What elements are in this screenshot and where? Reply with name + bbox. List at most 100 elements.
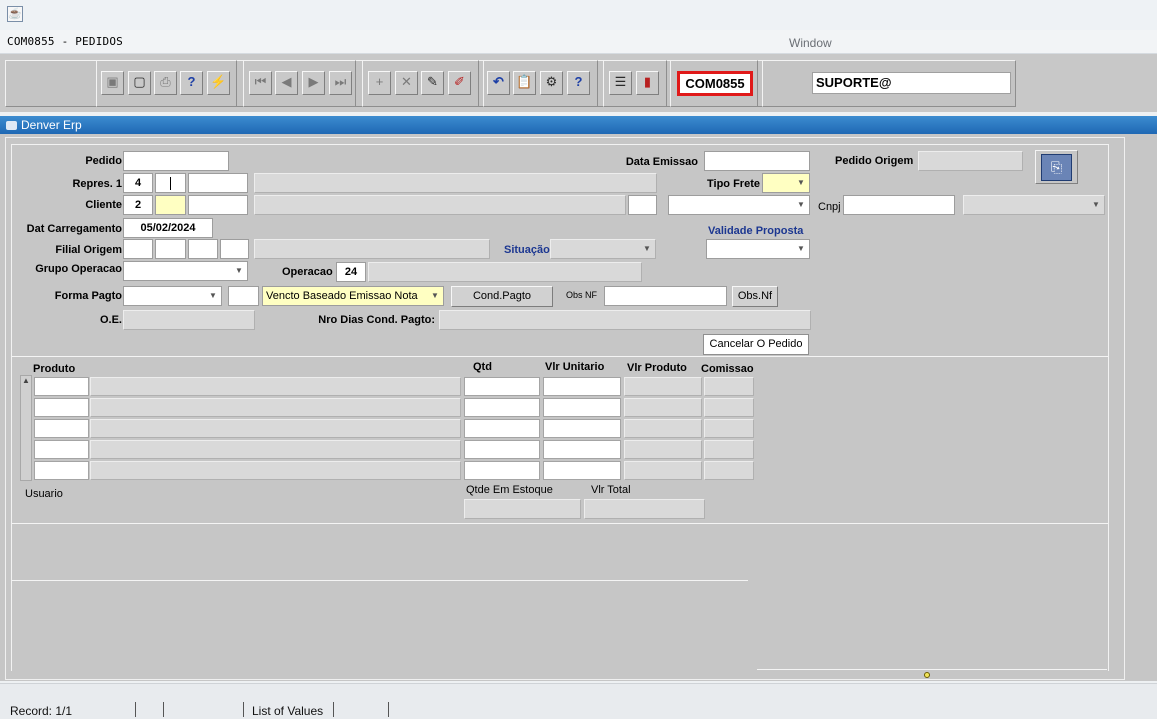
dat-carregamento-field[interactable]: 05/02/2024 <box>123 218 213 238</box>
grid-cell-produto-code[interactable] <box>34 419 89 438</box>
grid-cell-produto-code[interactable] <box>34 377 89 396</box>
grid-cell-vlr-unitario[interactable] <box>543 377 621 396</box>
operacao-code-field[interactable]: 24 <box>336 262 366 282</box>
grid-cell-produto-desc <box>90 440 461 459</box>
previous-record-icon[interactable]: ◀ <box>275 71 298 95</box>
copy-documents-icon: ⎘ <box>1041 154 1072 181</box>
tipo-frete-select[interactable]: ▼ <box>762 173 810 193</box>
help-icon[interactable]: ? <box>567 71 590 95</box>
situacao-select[interactable]: ▼ <box>550 239 656 259</box>
comissao-header: Comissao <box>701 363 754 375</box>
grid-cell-comissao <box>704 377 754 396</box>
chevron-down-icon: ▼ <box>797 200 805 209</box>
grid-cell-qtd[interactable] <box>464 461 540 480</box>
cancelar-pedido-button[interactable]: Cancelar O Pedido <box>703 334 809 355</box>
dat-carregamento-label: Dat Carregamento <box>26 223 122 235</box>
usuario-label: Usuario <box>25 488 63 500</box>
data-emissao-label: Data Emissao <box>625 156 698 168</box>
repres-code-field[interactable]: 4 <box>123 173 153 193</box>
clear-icon[interactable]: ✐ <box>448 71 471 95</box>
undo-icon[interactable]: ↶ <box>487 71 510 95</box>
delete-record-icon[interactable]: ✕ <box>395 71 418 95</box>
cliente-code-field[interactable]: 2 <box>123 195 153 215</box>
obs-nf-field[interactable] <box>604 286 727 306</box>
cliente-sub-field[interactable] <box>155 195 186 215</box>
filial-origem-field-1[interactable] <box>123 239 153 259</box>
validade-proposta-label: Validade Proposta <box>708 225 804 237</box>
operacao-label: Operacao <box>282 266 333 278</box>
last-record-icon[interactable]: ⏭ <box>329 71 352 95</box>
execute-query-icon[interactable]: ⚡ <box>207 71 230 95</box>
vlr-unitario-header: Vlr Unitario <box>545 361 605 373</box>
tipo-frete-label: Tipo Frete <box>707 178 760 190</box>
cond-pagto-button[interactable]: Cond.Pagto <box>451 286 553 307</box>
repres-doc-field[interactable] <box>188 173 248 193</box>
grid-cell-comissao <box>704 461 754 480</box>
validade-proposta-select[interactable]: ▼ <box>706 239 810 259</box>
next-record-icon[interactable]: ▶ <box>302 71 325 95</box>
edit-record-icon[interactable]: ✎ <box>421 71 444 95</box>
data-emissao-field[interactable] <box>704 151 810 171</box>
section-divider <box>12 580 748 581</box>
filial-origem-label: Filial Origem <box>55 244 122 256</box>
grid-scrollbar[interactable]: ▲ <box>20 375 32 481</box>
save-icon[interactable]: ▣ <box>101 71 124 95</box>
settings-icon[interactable]: ⚙ <box>540 71 563 95</box>
status-divider <box>243 702 244 717</box>
window-icon[interactable]: ▢ <box>128 71 151 95</box>
grid-cell-produto-code[interactable] <box>34 398 89 417</box>
cliente-doc-field[interactable] <box>188 195 248 215</box>
query-icon[interactable]: ? <box>180 71 203 95</box>
obs-nf-button[interactable]: Obs.Nf <box>732 286 778 307</box>
chevron-down-icon: ▼ <box>797 178 805 187</box>
grid-cell-produto-desc <box>90 419 461 438</box>
menu-icon[interactable]: ☰ <box>609 71 632 95</box>
panel-title: Denver Erp <box>0 116 1157 134</box>
cnpj-type-select[interactable]: ▼ <box>963 195 1105 215</box>
repres-sub-field[interactable] <box>155 173 186 193</box>
first-record-icon[interactable]: ⏮ <box>249 71 272 95</box>
grid-cell-vlr-unitario[interactable] <box>543 398 621 417</box>
cnpj-field[interactable] <box>843 195 955 215</box>
grid-cell-produto-code[interactable] <box>34 440 89 459</box>
qtde-estoque-label: Qtde Em Estoque <box>466 484 553 496</box>
cliente-type-select[interactable]: ▼ <box>668 195 810 215</box>
print-icon[interactable]: ⎙ <box>154 71 177 95</box>
status-record: Record: 1/1 <box>10 704 73 718</box>
chevron-down-icon: ▼ <box>1092 200 1100 209</box>
grid-cell-qtd[interactable] <box>464 440 540 459</box>
chevron-down-icon: ▼ <box>797 244 805 253</box>
forma-pagto-select[interactable]: ▼ <box>123 286 222 306</box>
menu-bar <box>0 30 1157 54</box>
grupo-operacao-select[interactable]: ▼ <box>123 261 248 281</box>
grid-cell-produto-code[interactable] <box>34 461 89 480</box>
cnpj-label: Cnpj <box>818 201 841 213</box>
grid-cell-vlr-unitario[interactable] <box>543 461 621 480</box>
filial-origem-field-2[interactable] <box>155 239 186 259</box>
grid-cell-qtd[interactable] <box>464 377 540 396</box>
cliente-uf-field[interactable] <box>628 195 657 215</box>
java-app-icon: ☕ <box>7 6 23 22</box>
nro-dias-field <box>439 310 811 330</box>
forma-pagto-code-field[interactable] <box>228 286 259 306</box>
scroll-up-icon: ▲ <box>22 376 30 385</box>
user-field: SUPORTE@ <box>812 72 1011 94</box>
filial-origem-field-4[interactable] <box>220 239 249 259</box>
grid-cell-vlr-produto <box>624 419 702 438</box>
pedido-origem-field[interactable] <box>918 151 1023 171</box>
grid-cell-vlr-unitario[interactable] <box>543 419 621 438</box>
copy-order-button[interactable]: ⎘ <box>1035 150 1078 184</box>
menu-window[interactable]: Window <box>789 36 832 50</box>
window-title: COM0855 - PEDIDOS <box>7 35 123 48</box>
grid-cell-qtd[interactable] <box>464 419 540 438</box>
grid-cell-qtd[interactable] <box>464 398 540 417</box>
insert-record-icon[interactable]: + <box>368 71 391 95</box>
clipboard-icon[interactable]: 📋 <box>513 71 536 95</box>
grid-cell-comissao <box>704 398 754 417</box>
filial-origem-field-3[interactable] <box>188 239 218 259</box>
pedido-field[interactable] <box>123 151 229 171</box>
exit-icon[interactable]: ▮ <box>636 71 659 95</box>
grid-cell-vlr-unitario[interactable] <box>543 440 621 459</box>
chevron-down-icon: ▼ <box>431 291 439 300</box>
vencto-select[interactable]: Vencto Baseado Emissao Nota ▼ <box>262 286 444 306</box>
